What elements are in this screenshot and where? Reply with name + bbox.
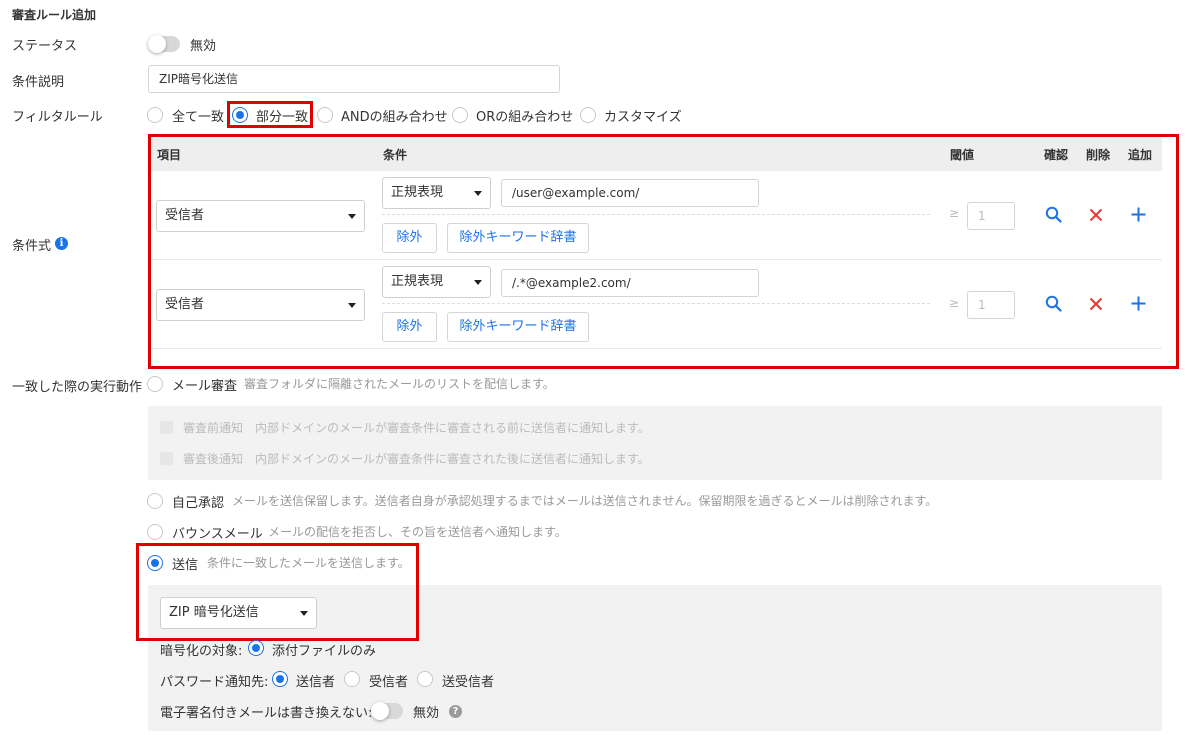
post-notify-label: 審査後通知	[183, 452, 244, 466]
encryption-target-label: 暗号化の対象:	[160, 644, 243, 659]
delete-x-icon[interactable]	[1089, 297, 1103, 311]
page-title: 審査ルール追加	[12, 8, 97, 22]
header-threshold: 閾値	[950, 148, 975, 162]
row1-item-select[interactable]: 受信者	[156, 200, 365, 232]
row2-divider	[382, 303, 930, 304]
row1-value-input[interactable]: /user@example.com/	[501, 179, 759, 207]
bounce-radio[interactable]	[147, 524, 163, 540]
search-icon[interactable]	[1045, 206, 1062, 223]
status-toggle-text: 無効	[190, 39, 217, 54]
row2-exclude-button[interactable]: 除外	[382, 312, 437, 342]
post-notify-checkbox[interactable]	[160, 452, 173, 465]
search-icon[interactable]	[1045, 295, 1062, 312]
review-notify-area	[148, 406, 1162, 480]
post-notify-desc: 内部ドメインのメールが審査条件に審査された後に送信者に通知します。	[255, 452, 650, 466]
row1-match-type-select[interactable]: 正規表現	[382, 177, 491, 209]
filter-option-all-label: 全て一致	[172, 110, 225, 125]
bounce-desc: メールの配信を拒否し、その旨を送信者へ通知します。	[268, 525, 567, 539]
add-plus-icon[interactable]	[1131, 296, 1146, 311]
row2-exclude-dict-button[interactable]: 除外キーワード辞書	[447, 312, 589, 342]
status-toggle[interactable]	[148, 35, 180, 53]
row1-exclude-dict-button[interactable]: 除外キーワード辞書	[447, 223, 589, 253]
row-separator	[151, 259, 1162, 260]
password-both-label: 送受信者	[442, 675, 495, 690]
password-sender-radio[interactable]	[272, 671, 288, 687]
row1-exclude-button[interactable]: 除外	[382, 223, 437, 253]
pre-notify-desc: 内部ドメインのメールが審査条件に審査される前に送信者に通知します。	[255, 421, 650, 435]
filter-option-all-radio[interactable]	[147, 107, 163, 123]
row1-ge-symbol: ≥	[949, 206, 960, 220]
pre-notify-checkbox[interactable]	[160, 421, 173, 434]
add-plus-icon[interactable]	[1131, 207, 1146, 222]
filter-option-custom-label: カスタマイズ	[604, 110, 682, 125]
row1-threshold-input[interactable]: 1	[967, 202, 1015, 230]
table-bottom-border	[151, 348, 1162, 349]
signed-mail-toggle[interactable]	[371, 702, 403, 720]
header-delete: 削除	[1086, 148, 1111, 162]
row2-match-type-select[interactable]: 正規表現	[382, 266, 491, 298]
row2-threshold-input[interactable]: 1	[967, 291, 1015, 319]
filter-option-custom-radio[interactable]	[580, 107, 596, 123]
password-recipient-radio[interactable]	[344, 671, 360, 687]
description-input[interactable]: ZIP暗号化送信	[148, 65, 560, 93]
filter-rule-label: フィルタルール	[12, 110, 103, 125]
mail-review-radio[interactable]	[147, 376, 163, 392]
self-approval-desc: メールを送信保留します。送信者自身が承認処理するまではメールは送信されません。保…	[232, 494, 938, 508]
filter-option-and-label: ANDの組み合わせ	[341, 110, 448, 125]
header-condition: 条件	[383, 148, 408, 162]
password-recipient-label: 受信者	[369, 675, 409, 690]
chevron-down-icon	[474, 191, 482, 196]
chevron-down-icon	[348, 214, 356, 219]
row2-value-input[interactable]: /.*@example2.com/	[501, 269, 759, 297]
send-highlight	[136, 543, 419, 641]
password-notify-label: パスワード通知先:	[160, 675, 269, 690]
mail-review-label: メール審査	[172, 379, 238, 394]
header-confirm: 確認	[1044, 148, 1069, 162]
status-label: ステータス	[12, 39, 78, 54]
filter-option-partial-label: 部分一致	[256, 110, 309, 125]
header-add: 追加	[1128, 148, 1153, 162]
row2-ge-symbol: ≥	[949, 296, 960, 310]
conditions-header	[151, 137, 1162, 171]
help-icon[interactable]: ?	[449, 705, 462, 718]
password-sender-label: 送信者	[296, 675, 336, 690]
signed-mail-label: 電子署名付きメールは書き換えない:	[160, 706, 373, 721]
conditions-label: 条件式	[12, 239, 52, 254]
mail-review-desc: 審査フォルダに隔離されたメールのリストを配信します。	[244, 377, 555, 391]
password-both-radio[interactable]	[417, 671, 433, 687]
self-approval-radio[interactable]	[147, 493, 163, 509]
delete-x-icon[interactable]	[1089, 208, 1103, 222]
row2-item-select[interactable]: 受信者	[156, 289, 365, 321]
actions-label: 一致した際の実行動作	[12, 380, 143, 395]
self-approval-label: 自己承認	[172, 496, 225, 511]
row1-divider	[382, 214, 930, 215]
filter-option-or-radio[interactable]	[452, 107, 468, 123]
signed-mail-toggle-text: 無効	[413, 706, 440, 721]
attachment-only-radio[interactable]	[248, 640, 264, 656]
info-icon[interactable]: i	[55, 237, 68, 250]
description-label: 条件説明	[12, 75, 65, 90]
chevron-down-icon	[474, 280, 482, 285]
chevron-down-icon	[348, 303, 356, 308]
filter-option-and-radio[interactable]	[317, 107, 333, 123]
header-item: 項目	[157, 148, 182, 162]
filter-option-partial-radio[interactable]	[232, 107, 248, 123]
bounce-label: バウンスメール	[172, 527, 263, 542]
filter-option-or-label: ORの組み合わせ	[476, 110, 574, 125]
attachment-only-label: 添付ファイルのみ	[272, 644, 377, 659]
pre-notify-label: 審査前通知	[183, 421, 244, 435]
